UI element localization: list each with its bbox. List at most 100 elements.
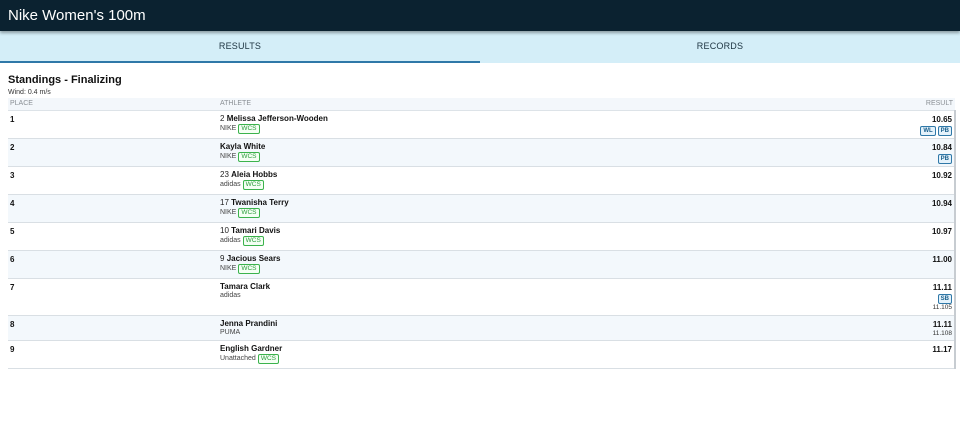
- athlete-line: 23 Aleia Hobbs: [220, 170, 771, 179]
- team-line: Unattached WCS: [220, 353, 771, 364]
- athlete-line: English Gardner: [220, 344, 771, 353]
- wcs-badge: WCS: [257, 353, 279, 364]
- result-cell: 11.11 SB 11.105: [773, 278, 956, 316]
- team-name: adidas: [220, 181, 241, 188]
- place-cell: 4: [8, 194, 218, 223]
- bib-number: 9: [220, 253, 225, 263]
- results-content: Standings - Finalizing Wind: 0.4 m/s PLA…: [0, 63, 960, 369]
- result-mark: 11.17: [932, 344, 952, 354]
- wcs-badge: WCS: [242, 179, 264, 190]
- team-name: NIKE: [220, 265, 237, 272]
- bib-number: 2: [220, 113, 225, 123]
- place-cell: 1: [8, 110, 218, 139]
- team-line: adidas: [220, 292, 771, 299]
- place-cell: 2: [8, 138, 218, 167]
- result-cell: 10.65 WL PB: [773, 110, 956, 139]
- team-name: NIKE: [220, 125, 237, 132]
- team-name: NIKE: [220, 153, 237, 160]
- team-name: NIKE: [220, 209, 237, 216]
- athlete-line: Tamara Clark: [220, 282, 771, 291]
- result-mark: 10.94: [931, 198, 952, 208]
- team-name: adidas: [220, 291, 241, 299]
- result-mark: 10.65: [931, 114, 952, 124]
- table-row[interactable]: 3 23 Aleia Hobbs adidas WCS 10.92: [8, 166, 956, 195]
- place-cell: 7: [8, 278, 218, 316]
- results-table: PLACE ATHLETE RESULT 12 Melissa Jefferso…: [8, 98, 956, 369]
- team-name: adidas: [220, 237, 241, 244]
- record-badges: PB: [775, 153, 952, 164]
- athlete-cell: Tamara Clark adidas: [218, 278, 774, 316]
- page-title: Nike Women's 100m: [8, 7, 146, 24]
- table-row[interactable]: 2 Kayla White NIKE WCS 10.84 PB: [8, 138, 956, 167]
- result-cell: 10.92: [773, 166, 956, 195]
- table-row[interactable]: 69 Jacious Sears NIKE WCS 11.00: [8, 250, 956, 279]
- tab-bar: RESULTS RECORDS: [0, 31, 960, 63]
- athlete-cell: 2 Melissa Jefferson-Wooden NIKE WCS: [218, 110, 774, 139]
- record-badge: PB: [937, 153, 952, 164]
- place-cell: 9: [8, 340, 218, 369]
- record-badge: PB: [937, 125, 952, 136]
- team-line: NIKE WCS: [220, 151, 771, 162]
- result-cell: 11.17: [773, 340, 956, 369]
- team-line: adidas WCS: [220, 235, 771, 246]
- athlete-cell: Jenna Prandini PUMA: [218, 315, 774, 341]
- table-row[interactable]: 12 Melissa Jefferson-Wooden NIKE WCS 10.65 W…: [8, 110, 956, 139]
- column-header-place: PLACE: [8, 98, 218, 111]
- result-cell: 10.97: [773, 222, 956, 251]
- record-badges: WL PB: [775, 125, 952, 136]
- wcs-badge: WCS: [242, 235, 264, 246]
- table-row[interactable]: 8 Jenna Prandini PUMA 11.11 11.108: [8, 315, 956, 341]
- athlete-line: Jenna Prandini: [220, 319, 771, 328]
- place-cell: 6: [8, 250, 218, 279]
- place-cell: 8: [8, 315, 218, 341]
- athlete-name[interactable]: Jenna Prandini: [220, 319, 277, 328]
- team-line: PUMA: [220, 329, 771, 336]
- wcs-badge: WCS: [238, 207, 260, 218]
- athlete-name[interactable]: Twanisha Terry: [231, 198, 289, 207]
- standings-title: Standings - Finalizing: [8, 74, 122, 86]
- wind-reading: Wind: 0.4 m/s: [8, 89, 51, 96]
- tab-records[interactable]: RECORDS: [480, 31, 960, 63]
- athlete-cell: 23 Aleia Hobbs adidas WCS: [218, 166, 774, 195]
- result-mark: 11.00: [932, 254, 952, 264]
- result-mark: 10.84: [931, 142, 952, 152]
- wcs-badge: WCS: [238, 123, 260, 134]
- athlete-name[interactable]: English Gardner: [220, 344, 282, 353]
- athlete-line: 9 Jacious Sears: [220, 254, 771, 263]
- app-header: Nike Women's 100m: [0, 0, 960, 31]
- result-cell: 10.84 PB: [773, 138, 956, 167]
- athlete-name[interactable]: Kayla White: [220, 142, 265, 151]
- record-badges: SB: [775, 293, 952, 304]
- athlete-line: Kayla White: [220, 142, 771, 151]
- result-mark: 11.11: [932, 282, 952, 292]
- result-thousandths: 11.108: [932, 329, 952, 337]
- athlete-cell: English Gardner Unattached WCS: [218, 340, 774, 369]
- record-badge: SB: [937, 293, 952, 304]
- athlete-name[interactable]: Aleia Hobbs: [231, 170, 277, 179]
- table-row[interactable]: 7 Tamara Clark adidas 11.11 SB 11.105: [8, 278, 956, 316]
- result-cell: 11.00: [773, 250, 956, 279]
- athlete-name[interactable]: Melissa Jefferson-Wooden: [227, 114, 328, 123]
- table-row[interactable]: 9 English Gardner Unattached WCS 11.17: [8, 340, 956, 369]
- results-rows: 12 Melissa Jefferson-Wooden NIKE WCS 10.65 W…: [8, 110, 956, 369]
- place-cell: 5: [8, 222, 218, 251]
- athlete-line: 17 Twanisha Terry: [220, 198, 771, 207]
- athlete-name[interactable]: Tamari Davis: [231, 226, 280, 235]
- result-mark: 10.97: [931, 226, 952, 236]
- column-header-result: RESULT: [773, 98, 955, 111]
- record-badge: WL: [920, 125, 936, 136]
- athlete-name[interactable]: Jacious Sears: [227, 254, 281, 263]
- athlete-name[interactable]: Tamara Clark: [220, 282, 270, 291]
- result-mark: 11.11: [932, 319, 952, 329]
- tab-results[interactable]: RESULTS: [0, 31, 480, 63]
- result-cell: 11.11 11.108: [773, 315, 956, 341]
- bib-number: 17: [220, 197, 229, 207]
- team-name: Unattached: [220, 355, 256, 362]
- table-row[interactable]: 4 17 Twanisha Terry NIKE WCS 10.94: [8, 194, 956, 223]
- result-thousandths: 11.105: [932, 303, 952, 311]
- table-row[interactable]: 5 10 Tamari Davis adidas WCS 10.97: [8, 222, 956, 251]
- team-name: PUMA: [220, 328, 241, 336]
- team-line: adidas WCS: [220, 179, 771, 190]
- team-line: NIKE WCS: [220, 263, 771, 274]
- bib-number: 10: [220, 225, 229, 235]
